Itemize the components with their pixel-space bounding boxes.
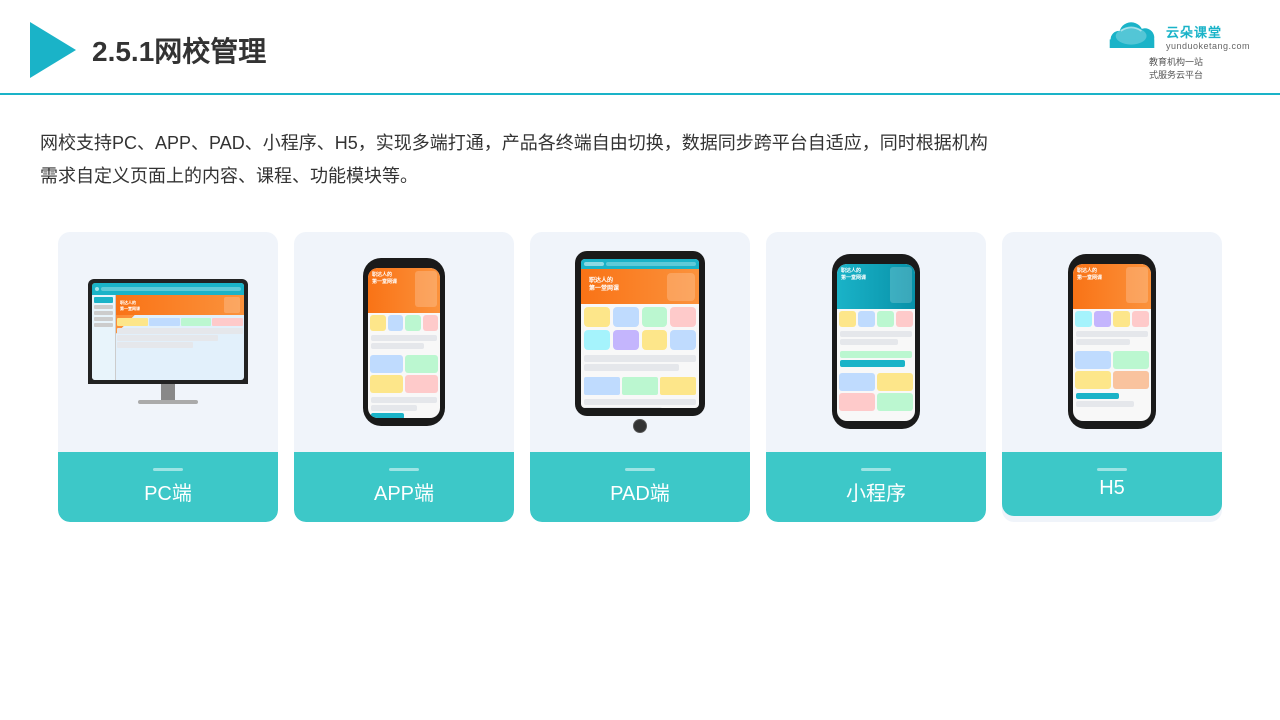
brand-slogan: 教育机构一站式服务云平台 xyxy=(1149,56,1203,81)
mini-phone-body: 职达人的第一堂网课 xyxy=(832,254,920,429)
page-title: 2.5.1网校管理 xyxy=(92,30,266,70)
pc-monitor: 职达人的第一堂网课 xyxy=(88,279,248,384)
label-bar xyxy=(153,468,183,471)
h5-phone-body: 职达人的第一堂网课 xyxy=(1068,254,1156,429)
brand-logo: 云朵课堂 yunduoketang.com 教育机构一站式服务云平台 xyxy=(1102,18,1250,81)
play-icon xyxy=(30,22,76,78)
card-pc: 职达人的第一堂网课 xyxy=(58,232,278,522)
description: 网校支持PC、APP、PAD、小程序、H5，实现多端打通，产品各终端自由切换，数… xyxy=(0,95,1100,192)
preview-app: 职达人的第一堂网课 xyxy=(294,232,514,452)
preview-pc: 职达人的第一堂网课 xyxy=(58,232,278,452)
brand-text-block: 云朵课堂 yunduoketang.com xyxy=(1166,22,1250,51)
cloud-icon xyxy=(1102,18,1162,54)
card-h5: 职达人的第一堂网课 xyxy=(1002,232,1222,522)
mini-notch xyxy=(862,254,890,260)
tablet-screen: 职达人的第一堂网课 xyxy=(581,259,699,408)
header-left: 2.5.1网校管理 xyxy=(30,22,266,78)
preview-miniprogram: 职达人的第一堂网课 xyxy=(766,232,986,452)
header: 2.5.1网校管理 云朵课堂 yunduoketang.com 教育机构一站式服… xyxy=(0,0,1280,95)
app-phone-body: 职达人的第一堂网课 xyxy=(363,258,445,426)
label-bar xyxy=(861,468,891,471)
label-bar xyxy=(1097,468,1127,471)
pc-screen: 职达人的第一堂网课 xyxy=(92,283,244,380)
app-mockup: 职达人的第一堂网课 xyxy=(363,258,445,426)
card-miniprogram: 职达人的第一堂网课 xyxy=(766,232,986,522)
label-h5: H5 xyxy=(1002,452,1222,516)
label-pad: PAD端 xyxy=(530,452,750,522)
tablet-home-btn xyxy=(633,419,647,433)
h5-notch xyxy=(1098,254,1126,260)
label-bar xyxy=(625,468,655,471)
pad-mockup: 职达人的第一堂网课 xyxy=(575,251,705,433)
mini-screen: 职达人的第一堂网课 xyxy=(837,264,915,421)
cards-container: 职达人的第一堂网课 xyxy=(0,192,1280,522)
brand-name: 云朵课堂 xyxy=(1166,22,1250,41)
card-app: 职达人的第一堂网课 xyxy=(294,232,514,522)
app-screen: 职达人的第一堂网课 xyxy=(368,268,440,418)
preview-h5: 职达人的第一堂网课 xyxy=(1002,232,1222,452)
brand-icon-row: 云朵课堂 yunduoketang.com xyxy=(1102,18,1250,54)
h5-mockup: 职达人的第一堂网课 xyxy=(1068,254,1156,429)
tablet-body: 职达人的第一堂网课 xyxy=(575,251,705,416)
card-pad: 职达人的第一堂网课 xyxy=(530,232,750,522)
description-text: 网校支持PC、APP、PAD、小程序、H5，实现多端打通，产品各终端自由切换，数… xyxy=(40,127,1060,192)
label-app: APP端 xyxy=(294,452,514,522)
h5-screen: 职达人的第一堂网课 xyxy=(1073,264,1151,421)
label-pc: PC端 xyxy=(58,452,278,522)
preview-pad: 职达人的第一堂网课 xyxy=(530,232,750,452)
label-bar xyxy=(389,468,419,471)
mini-mockup: 职达人的第一堂网课 xyxy=(832,254,920,429)
pc-mockup: 职达人的第一堂网课 xyxy=(88,279,248,404)
brand-url: yunduoketang.com xyxy=(1166,41,1250,51)
app-notch xyxy=(390,258,418,264)
label-miniprogram: 小程序 xyxy=(766,452,986,522)
